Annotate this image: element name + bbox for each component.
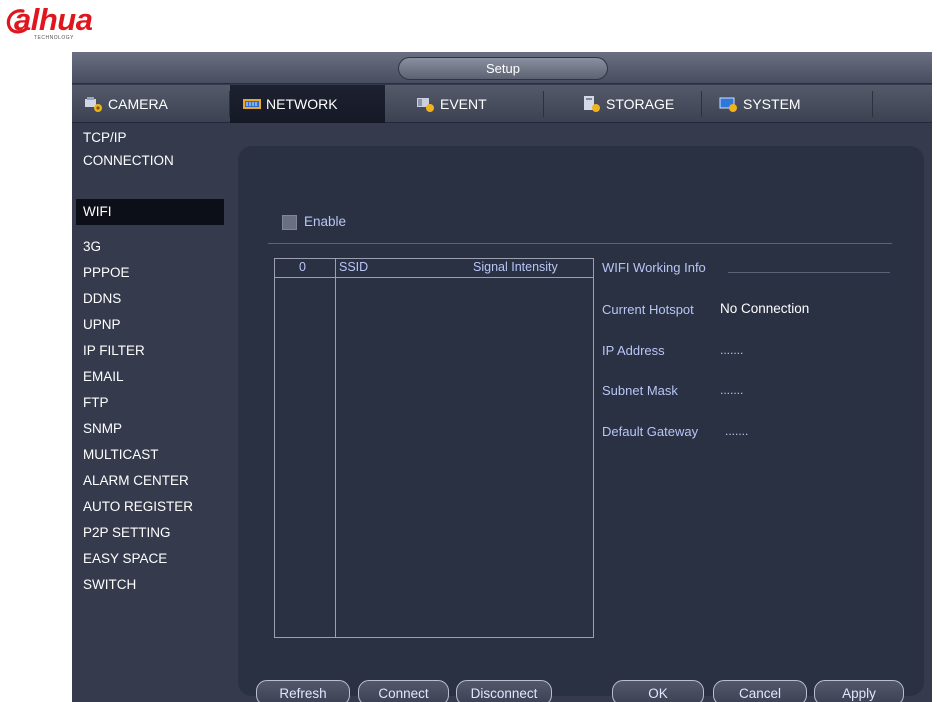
sidebar-item-email[interactable]: EMAIL <box>76 364 224 390</box>
tab-network[interactable]: NETWORK <box>230 85 385 123</box>
enable-label: Enable <box>304 214 347 229</box>
window-title: Setup <box>398 57 608 80</box>
tab-network-label: NETWORK <box>266 96 338 112</box>
tab-storage-label: STORAGE <box>606 96 675 112</box>
sidebar-item-connection[interactable]: CONNECTION <box>76 148 224 174</box>
column-index: 0 <box>299 260 306 274</box>
event-icon <box>416 95 436 113</box>
sidebar-item-alarm-center[interactable]: ALARM CENTER <box>76 468 224 494</box>
tab-camera[interactable]: CAMERA <box>72 85 229 123</box>
cancel-button[interactable]: Cancel <box>713 680 807 702</box>
sidebar-item-multicast[interactable]: MULTICAST <box>76 442 224 468</box>
tab-system[interactable]: SYSTEM <box>702 85 872 123</box>
dahua-logo: alhua TECHNOLOGY <box>6 2 126 42</box>
tab-divider <box>229 91 230 117</box>
sidebar-menu: TCP/IP CONNECTION WIFI 3G PPPOE DDNS UPN… <box>72 124 228 702</box>
tab-event-label: EVENT <box>440 96 487 112</box>
sidebar-item-ftp[interactable]: FTP <box>76 390 224 416</box>
column-ssid[interactable]: SSID <box>339 260 368 274</box>
enable-checkbox[interactable] <box>282 215 297 230</box>
sidebar-item-ip-filter[interactable]: IP FILTER <box>76 338 224 364</box>
subnet-mask-label: Subnet Mask <box>602 383 678 398</box>
sidebar-item-upnp[interactable]: UPNP <box>76 312 224 338</box>
sidebar-item-3g[interactable]: 3G <box>76 234 224 260</box>
enable-divider <box>268 243 892 244</box>
tab-divider <box>872 91 873 117</box>
refresh-button[interactable]: Refresh <box>256 680 350 702</box>
apply-button[interactable]: Apply <box>814 680 904 702</box>
sidebar-item-pppoe[interactable]: PPPOE <box>76 260 224 286</box>
ip-address-value: ....... <box>720 343 744 357</box>
camera-icon <box>84 95 104 113</box>
wifi-working-info-title: WIFI Working Info <box>602 260 706 275</box>
current-hotspot-label: Current Hotspot <box>602 302 694 317</box>
disconnect-button[interactable]: Disconnect <box>456 680 552 702</box>
setup-window: Setup CAMERA NETWORK EVENT STORAGE SYSTE… <box>72 52 932 702</box>
list-header: 0 SSID Signal Intensity <box>275 259 593 278</box>
sidebar-item-snmp[interactable]: SNMP <box>76 416 224 442</box>
sidebar-item-wifi[interactable]: WIFI <box>76 199 224 225</box>
system-icon <box>719 95 739 113</box>
ok-button[interactable]: OK <box>612 680 704 702</box>
list-column-divider <box>335 259 336 637</box>
title-bar: Setup <box>72 52 932 84</box>
tab-divider <box>701 91 702 117</box>
default-gateway-label: Default Gateway <box>602 424 699 439</box>
storage-icon <box>582 95 602 113</box>
wifi-hotspot-list[interactable]: 0 SSID Signal Intensity <box>274 258 594 638</box>
info-title-divider <box>728 272 890 273</box>
tab-system-label: SYSTEM <box>743 96 801 112</box>
connect-button[interactable]: Connect <box>358 680 449 702</box>
tab-event[interactable]: EVENT <box>386 85 543 123</box>
sidebar-item-auto-register[interactable]: AUTO REGISTER <box>76 494 224 520</box>
default-gateway-value: ....... <box>725 424 749 438</box>
network-icon <box>242 95 262 113</box>
logo-tagline: TECHNOLOGY <box>34 35 75 41</box>
column-signal-intensity[interactable]: Signal Intensity <box>473 260 558 274</box>
current-hotspot-value: No Connection <box>720 301 810 316</box>
tab-storage[interactable]: STORAGE <box>544 85 701 123</box>
sidebar-item-ddns[interactable]: DDNS <box>76 286 224 312</box>
sidebar-item-switch[interactable]: SWITCH <box>76 572 224 598</box>
tab-divider <box>543 91 544 117</box>
logo-text: alhua <box>14 2 93 37</box>
sidebar-item-p2p-setting[interactable]: P2P SETTING <box>76 520 224 546</box>
ip-address-label: IP Address <box>602 343 665 358</box>
sidebar-item-easy-space[interactable]: EASY SPACE <box>76 546 224 572</box>
tab-camera-label: CAMERA <box>108 96 168 112</box>
main-tabs: CAMERA NETWORK EVENT STORAGE SYSTEM <box>72 85 932 123</box>
subnet-mask-value: ....... <box>720 383 744 397</box>
